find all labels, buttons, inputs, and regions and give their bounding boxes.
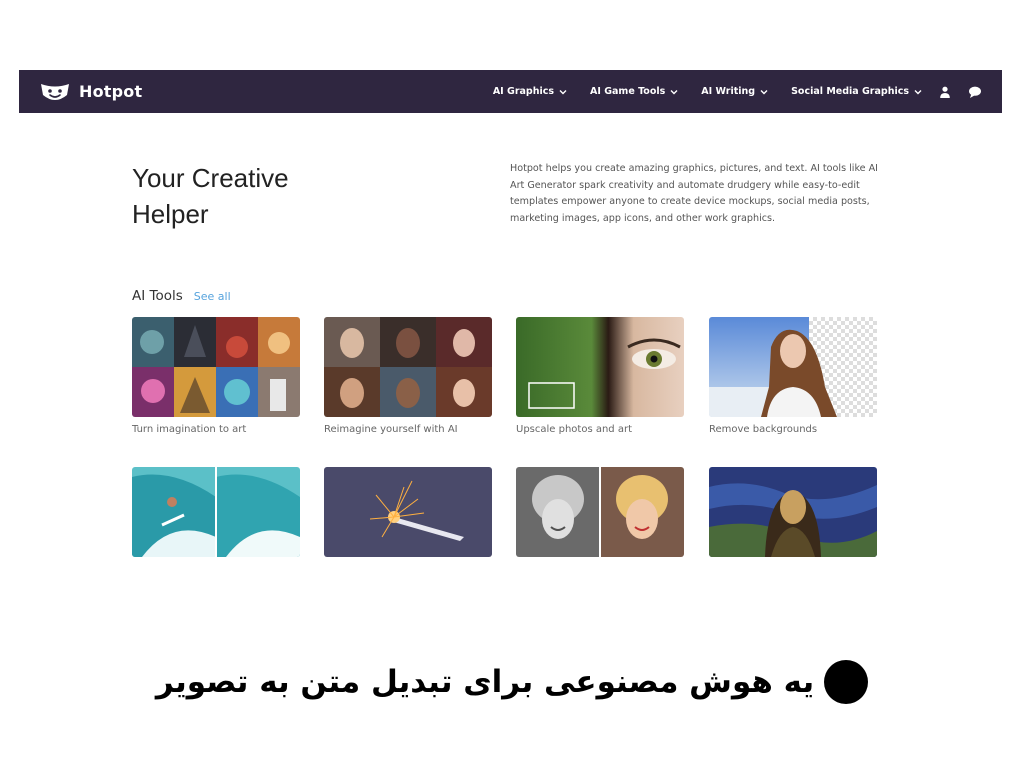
brand[interactable]: Hotpot [39,81,142,103]
chevron-down-icon [914,89,922,94]
top-navbar: Hotpot AI Graphics AI Game Tools AI Writ… [19,70,1002,113]
tool-card-reimagine[interactable]: Reimagine yourself with AI [324,317,492,435]
nav-item-label: AI Game Tools [590,86,666,97]
section-title: AI Tools [132,288,183,304]
card-label: Remove backgrounds [709,424,818,435]
tool-card-colorize[interactable] [516,467,684,564]
card-label: Upscale photos and art [516,424,632,435]
tool-card-upscale[interactable]: Upscale photos and art [516,317,684,435]
tool-card-ai-art[interactable]: Turn imagination to art [132,317,300,435]
bullet-dot-icon [824,660,869,704]
see-all-link[interactable]: See all [194,290,231,303]
hero-description: Hotpot helps you create amazing graphics… [510,163,879,225]
nav-item-label: AI Writing [701,86,756,97]
colorize-portrait-thumbnail [516,467,684,557]
nav-item-social-media-graphics[interactable]: Social Media Graphics [791,86,922,97]
ai-art-collage-thumbnail [132,317,300,417]
hotpot-logo-icon [41,83,69,100]
user-icon[interactable] [938,85,952,99]
portrait-collage-thumbnail [324,317,492,417]
chevron-down-icon [559,89,567,94]
remove-background-thumbnail [709,317,877,417]
ai-tools-header: AI Tools See all [132,288,231,304]
nav-item-ai-graphics[interactable]: AI Graphics [493,86,567,97]
upscale-eye-thumbnail [516,317,684,417]
chat-bubble-icon[interactable] [968,85,982,99]
hero-title: Your Creative Helper [132,160,372,232]
nav-item-label: AI Graphics [492,86,555,97]
tool-card-remove-bg[interactable]: Remove backgrounds [709,317,877,435]
sparkler-pen-thumbnail [324,467,492,557]
chevron-down-icon [670,89,678,94]
caption-text: یه هوش مصنوعی برای تبدیل متن به تصویر [155,664,815,700]
caption-bullet: یه هوش مصنوعی برای تبدیل متن به تصویر [0,652,1024,712]
mona-lisa-style-thumbnail [709,467,877,557]
chevron-down-icon [760,89,768,94]
hero-title-line2: Helper [132,199,209,229]
nav-menu: AI Graphics AI Game Tools AI Writing Soc… [470,85,982,99]
nav-item-label: Social Media Graphics [791,86,909,97]
hero-title-line1: Your Creative [132,163,289,193]
card-label: Turn imagination to art [132,424,247,435]
tool-card-wave[interactable] [132,467,300,564]
nav-item-ai-writing[interactable]: AI Writing [701,86,768,97]
tool-card-sparkler[interactable] [324,467,492,564]
brand-name: Hotpot [79,82,143,101]
surfer-wave-thumbnail [132,467,300,557]
tool-card-style-transfer[interactable] [709,467,877,564]
nav-item-ai-game-tools[interactable]: AI Game Tools [590,86,678,97]
card-label: Reimagine yourself with AI [324,424,458,435]
